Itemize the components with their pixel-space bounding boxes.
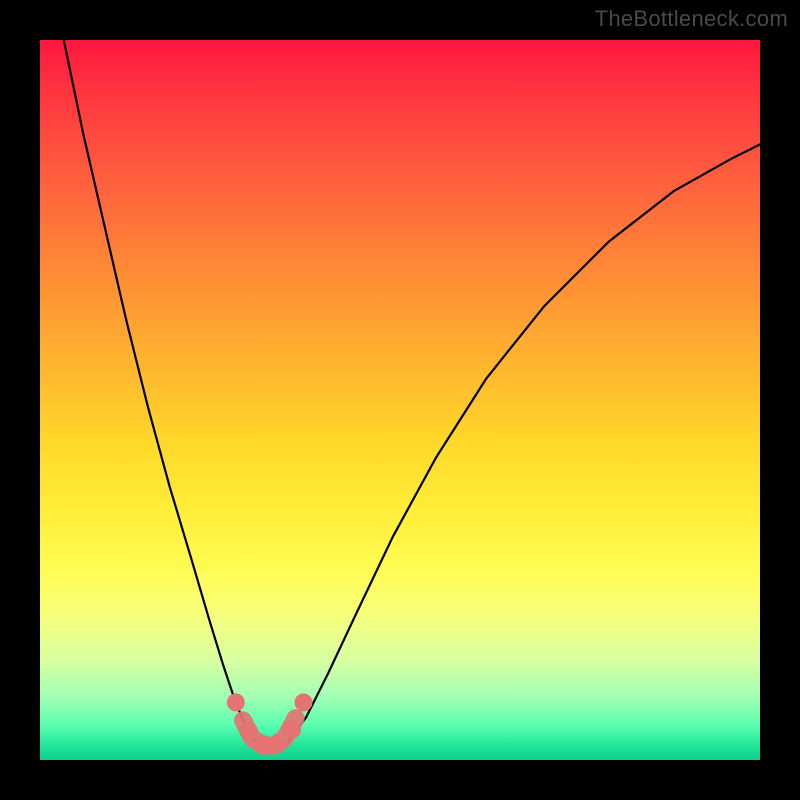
curve-left-branch (64, 40, 256, 742)
highlight-dot-1 (240, 722, 258, 740)
chart-svg (40, 40, 760, 760)
series-group (64, 40, 760, 742)
highlight-dot-4 (283, 721, 301, 739)
highlight-dot-5 (295, 693, 313, 711)
curve-right-branch (288, 144, 760, 742)
highlight-dot-0 (227, 693, 245, 711)
plot-area (40, 40, 760, 760)
chart-frame: TheBottleneck.com (0, 0, 800, 800)
highlight-dot-3 (269, 735, 287, 753)
watermark-text: TheBottleneck.com (595, 6, 788, 32)
